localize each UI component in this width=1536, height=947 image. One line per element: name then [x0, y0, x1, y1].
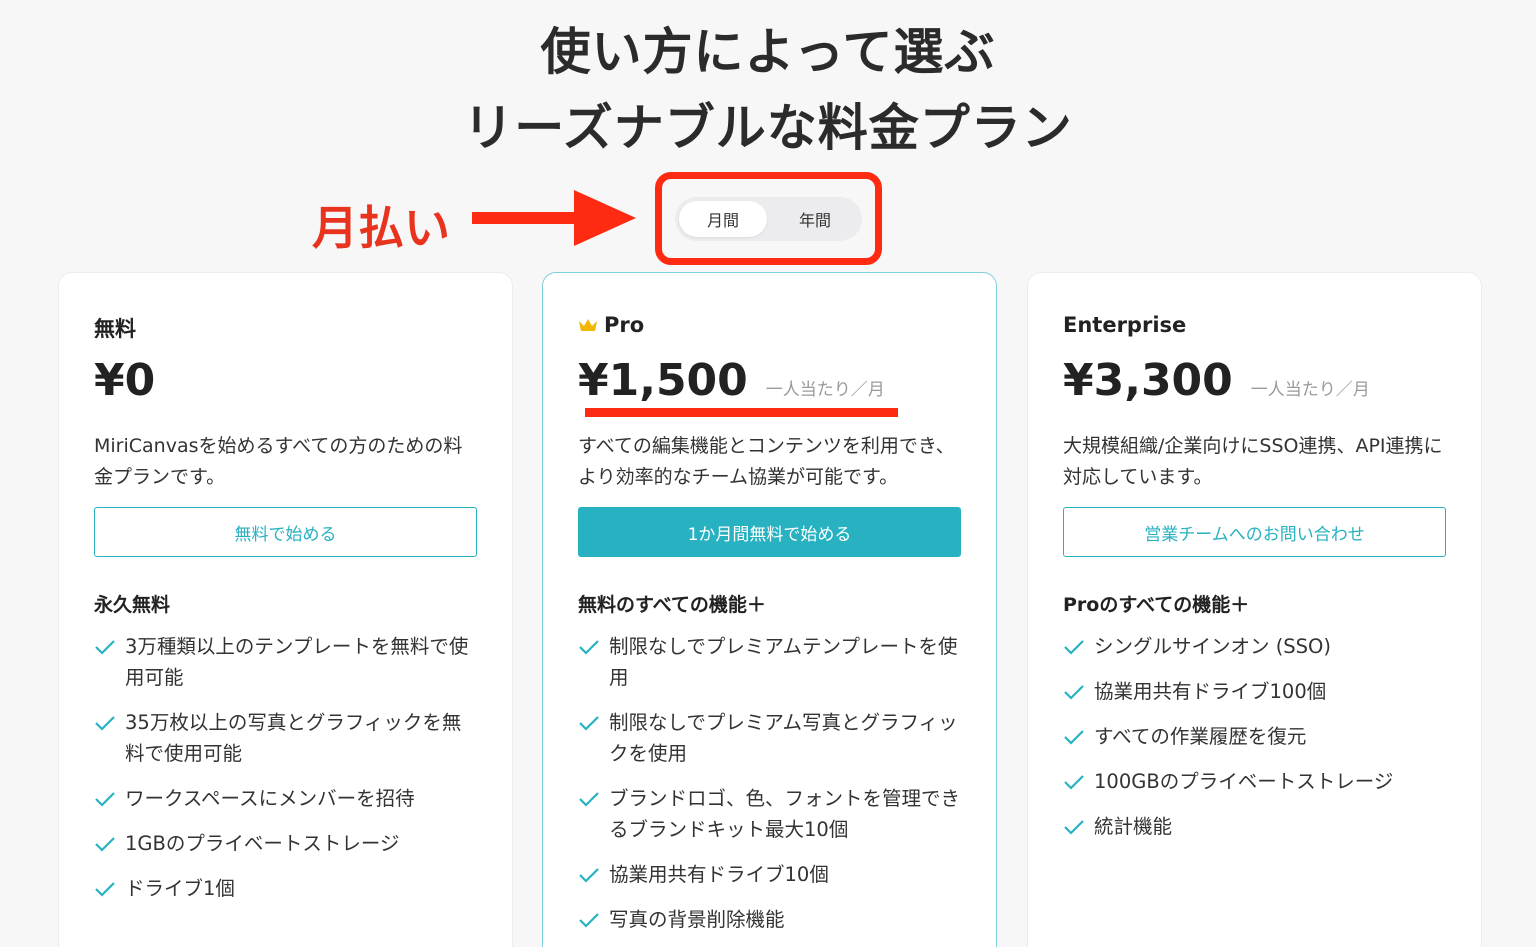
feature-item: 1GBのプライベートストレージ	[94, 828, 477, 859]
feature-item: 3万種類以上のテンプレートを無料で使用可能	[94, 631, 477, 693]
feature-text: 35万枚以上の写真とグラフィックを無料で使用可能	[125, 711, 462, 765]
features-heading: 無料のすべての機能＋	[578, 594, 766, 616]
plan-name-text: Enterprise	[1063, 313, 1187, 337]
feature-item: すべての作業履歴を復元	[1063, 721, 1446, 752]
check-icon	[95, 716, 115, 731]
check-icon	[1064, 640, 1084, 655]
plan-description: 大規模組織/企業向けにSSO連携、API連携に対応しています。	[1063, 435, 1443, 488]
feature-item: シングルサインオン (SSO)	[1063, 631, 1446, 662]
contact-sales-button[interactable]: 営業チームへのお問い合わせ	[1063, 507, 1446, 557]
billing-option-yearly[interactable]: 年間	[771, 201, 859, 237]
features-heading: 永久無料	[94, 594, 171, 616]
feature-text: シングルサインオン (SSO)	[1094, 635, 1332, 658]
page-title: 使い方によって選ぶ	[540, 23, 996, 81]
check-icon	[579, 913, 599, 928]
feature-text: すべての作業履歴を復元	[1094, 725, 1307, 748]
billing-option-monthly[interactable]: 月間	[679, 201, 767, 237]
check-icon	[579, 716, 599, 731]
page-subtitle: リーズナブルな料金プラン	[463, 99, 1073, 157]
annotation-underline	[585, 408, 898, 417]
feature-item: ドライブ1個	[94, 873, 477, 904]
plan-card-enterprise: Enterprise ¥3,300 一人当たり／月 大規模組織/企業向けにSSO…	[1027, 272, 1482, 947]
feature-item: 100GBのプライベートストレージ	[1063, 766, 1446, 797]
plan-price: ¥3,300	[1063, 355, 1233, 406]
price-row: ¥0	[94, 355, 155, 406]
price-unit: 一人当たり／月	[1250, 380, 1370, 400]
plan-name: Enterprise	[1063, 313, 1186, 337]
feature-list: 制限なしでプレミアムテンプレートを使用 制限なしでプレミアム写真とグラフィックを…	[578, 631, 961, 947]
check-icon	[579, 640, 599, 655]
price-unit: 一人当たり／月	[765, 380, 885, 400]
feature-item: 写真の背景削除機能	[578, 904, 961, 935]
feature-text: ワークスペースにメンバーを招待	[125, 787, 415, 810]
feature-item: 統計機能	[1063, 811, 1446, 842]
feature-item: 協業用共有ドライブ100個	[1063, 676, 1446, 707]
feature-text: ドライブ1個	[125, 877, 235, 900]
check-icon	[95, 882, 115, 897]
plan-description: すべての編集機能とコンテンツを利用でき、より効率的なチーム協業が可能です。	[578, 435, 955, 488]
feature-text: 3万種類以上のテンプレートを無料で使用可能	[125, 635, 469, 689]
check-icon	[579, 868, 599, 883]
feature-list: 3万種類以上のテンプレートを無料で使用可能 35万枚以上の写真とグラフィックを無…	[94, 631, 477, 918]
check-icon	[1064, 775, 1084, 790]
feature-item: 35万枚以上の写真とグラフィックを無料で使用可能	[94, 707, 477, 769]
feature-text: 制限なしでプレミアムテンプレートを使用	[609, 635, 958, 689]
feature-text: 100GBのプライベートストレージ	[1094, 770, 1394, 793]
feature-item: 制限なしでプレミアムテンプレートを使用	[578, 631, 961, 693]
plan-name: Pro	[578, 313, 644, 337]
plan-price: ¥0	[94, 355, 156, 406]
plan-name: 無料	[94, 313, 136, 343]
plan-name-text: Pro	[604, 313, 645, 337]
feature-list: シングルサインオン (SSO) 協業用共有ドライブ100個 すべての作業履歴を復…	[1063, 631, 1446, 856]
check-icon	[1064, 820, 1084, 835]
check-icon	[95, 640, 115, 655]
check-icon	[1064, 685, 1084, 700]
start-free-button[interactable]: 無料で始める	[94, 507, 477, 557]
feature-text: 統計機能	[1094, 815, 1173, 838]
plan-price: ¥1,500	[578, 355, 748, 406]
feature-text: 協業用共有ドライブ100個	[1094, 680, 1327, 703]
price-row: ¥3,300 一人当たり／月	[1063, 355, 1370, 406]
feature-item: ワークスペースにメンバーを招待	[94, 783, 477, 814]
plan-description: MiriCanvasを始めるすべての方のための料金プランです。	[94, 435, 463, 488]
feature-text: 制限なしでプレミアム写真とグラフィックを使用	[609, 711, 958, 765]
feature-item: 協業用共有ドライブ10個	[578, 859, 961, 890]
plan-card-pro: Pro ¥1,500 一人当たり／月 すべての編集機能とコンテンツを利用でき、よ…	[542, 272, 997, 947]
check-icon	[579, 792, 599, 807]
billing-toggle[interactable]: 月間 年間	[675, 197, 862, 241]
check-icon	[95, 837, 115, 852]
feature-text: ブランドロゴ、色、フォントを管理できるブランドキット最大10個	[609, 787, 961, 841]
annotation-arrow-icon	[472, 190, 636, 246]
check-icon	[95, 792, 115, 807]
feature-item: 制限なしでプレミアム写真とグラフィックを使用	[578, 707, 961, 769]
plan-name-text: 無料	[94, 317, 136, 341]
feature-text: 1GBのプライベートストレージ	[125, 832, 400, 855]
annotation-label: 月払い	[312, 201, 450, 255]
feature-text: 写真の背景削除機能	[609, 908, 785, 931]
feature-item: ブランドロゴ、色、フォントを管理できるブランドキット最大10個	[578, 783, 961, 845]
start-trial-button[interactable]: 1か月間無料で始める	[578, 507, 961, 557]
features-heading: Proのすべての機能＋	[1063, 594, 1250, 616]
crown-icon	[579, 319, 597, 331]
check-icon	[1064, 730, 1084, 745]
plan-card-free: 無料 ¥0 MiriCanvasを始めるすべての方のための料金プランです。 無料…	[58, 272, 513, 947]
feature-text: 協業用共有ドライブ10個	[609, 863, 829, 886]
price-row: ¥1,500 一人当たり／月	[578, 355, 885, 406]
